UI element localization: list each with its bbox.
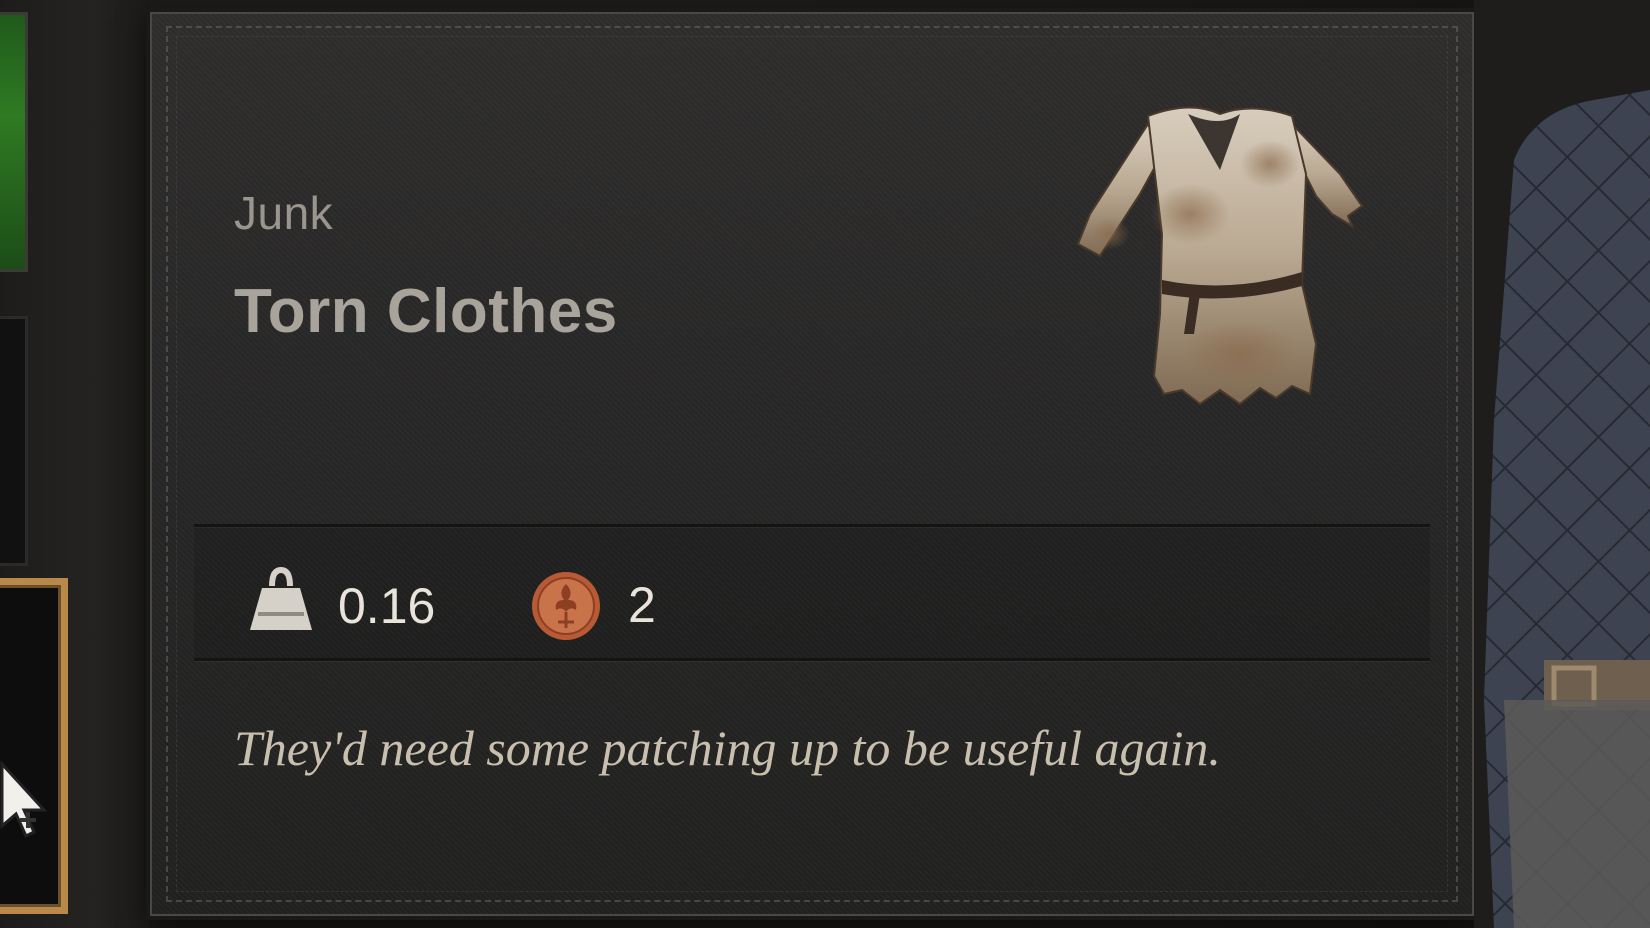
- item-description: They'd need some patching up to be usefu…: [234, 720, 1221, 776]
- player-character: [1474, 0, 1650, 928]
- game-screen: Junk Torn Clothes 0.16 2 They'd need som…: [0, 0, 1650, 928]
- item-value: 2: [628, 577, 656, 633]
- tooltip-divider-bottom: [194, 658, 1430, 661]
- inventory-slot-selected[interactable]: [0, 578, 68, 914]
- torn-clothes-icon: [1076, 106, 1364, 406]
- inventory-slot-empty[interactable]: [0, 316, 28, 566]
- inventory-slot-green[interactable]: [0, 12, 28, 272]
- item-weight: 0.16: [338, 578, 436, 634]
- item-name: Torn Clothes: [234, 277, 618, 346]
- item-category: Junk: [234, 187, 334, 239]
- inventory-strip: [0, 0, 150, 928]
- item-tooltip: Junk Torn Clothes 0.16 2 They'd need som…: [150, 12, 1474, 916]
- mouse-cursor-icon: [0, 760, 48, 839]
- weight-icon: [250, 566, 312, 630]
- coin-icon: [532, 572, 600, 640]
